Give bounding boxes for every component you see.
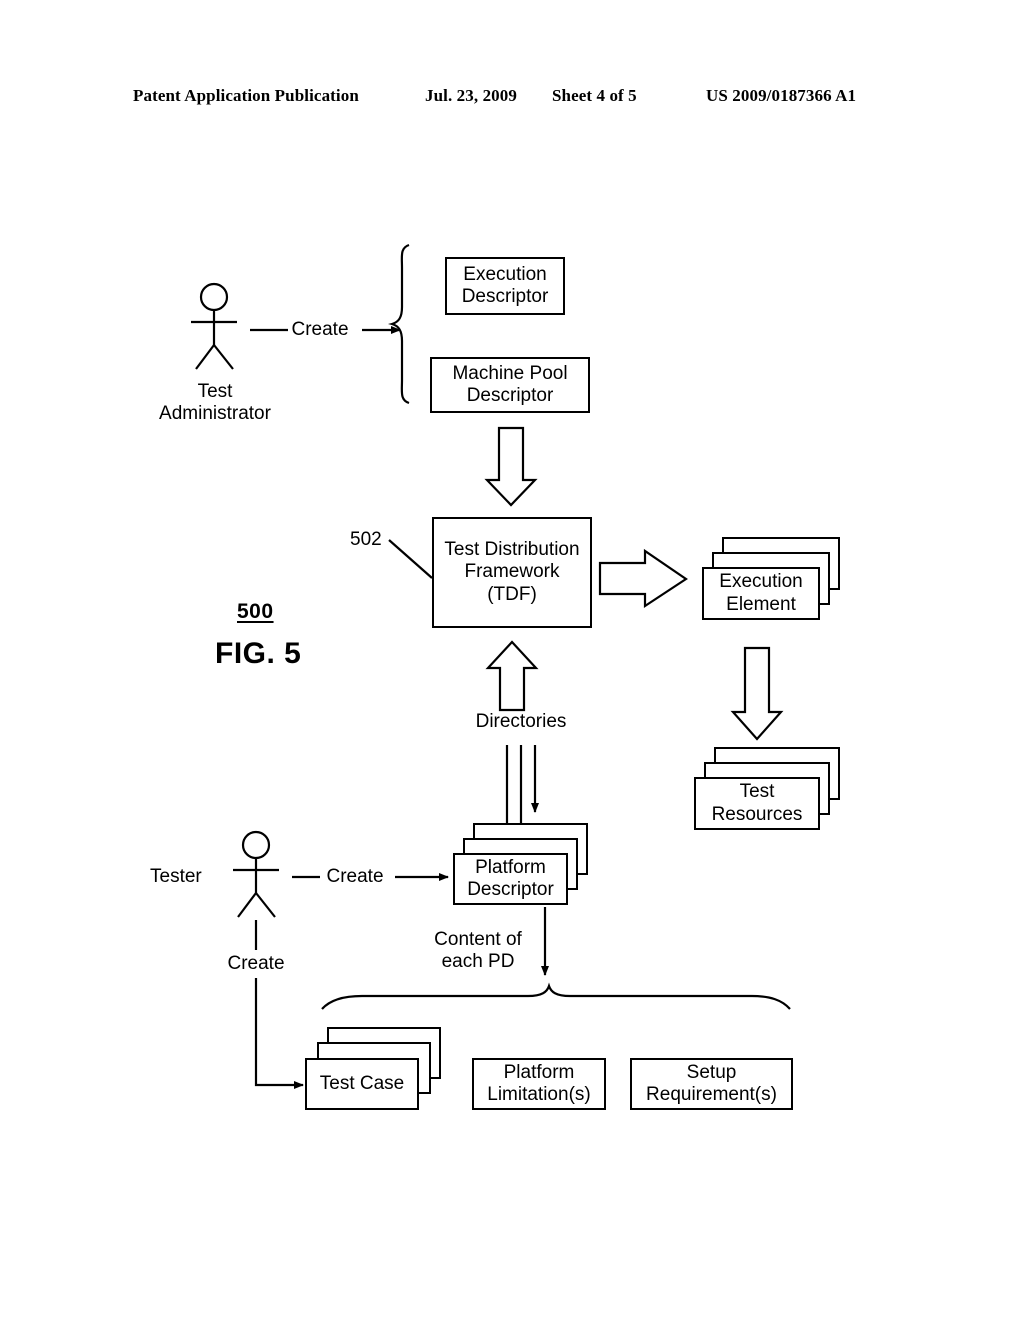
mpd-to-tdf-arrow <box>484 426 538 507</box>
label-tester: Tester <box>150 866 202 887</box>
node-setup-requirements: Setup Requirement(s) <box>630 1058 793 1110</box>
pd-content-brace <box>321 982 791 1010</box>
node-execution-element: Execution Element <box>702 567 820 620</box>
label-test-administrator: Test Administrator <box>159 381 271 425</box>
figure-reference-number: 500 <box>237 600 274 623</box>
node-machine-pool-descriptor: Machine Pool Descriptor <box>430 357 590 413</box>
callout-502-leader <box>388 539 433 579</box>
node-platform-descriptor-label: Platform Descriptor <box>467 856 554 900</box>
directories-to-tdf-arrow <box>485 640 539 712</box>
node-setup-requirements-label: Setup Requirement(s) <box>646 1061 777 1105</box>
test-administrator-figure <box>191 282 237 370</box>
execution-element-to-resources-arrow <box>730 646 784 741</box>
label-tester-create-down: Create <box>227 953 285 974</box>
figure-5-diagram: Execution Descriptor Machine Pool Descri… <box>0 0 1024 1320</box>
node-test-case: Test Case <box>305 1058 419 1110</box>
tdf-to-execution-element-arrow <box>598 548 688 609</box>
tester-create-testcase-path <box>254 978 304 1089</box>
node-machine-pool-descriptor-label: Machine Pool Descriptor <box>452 362 568 406</box>
node-platform-limitations-label: Platform Limitation(s) <box>487 1061 591 1105</box>
node-tdf-label: Test Distribution Framework (TDF) <box>444 538 580 605</box>
node-test-resources: Test Resources <box>694 777 820 830</box>
label-tester-create: Create <box>326 866 384 887</box>
callout-502: 502 <box>350 529 382 550</box>
node-test-case-label: Test Case <box>319 1072 405 1094</box>
node-platform-limitations: Platform Limitation(s) <box>472 1058 606 1110</box>
label-directories: Directories <box>475 711 567 732</box>
node-platform-descriptor: Platform Descriptor <box>453 853 568 905</box>
figure-caption: FIG. 5 <box>215 637 302 670</box>
node-execution-descriptor: Execution Descriptor <box>445 257 565 315</box>
node-test-resources-label: Test Resources <box>711 781 803 825</box>
node-execution-descriptor-label: Execution Descriptor <box>461 263 549 307</box>
node-execution-element-label: Execution Element <box>719 571 803 615</box>
label-admin-create: Create <box>291 319 349 340</box>
descriptor-group-brace <box>388 243 410 405</box>
diagram-vector-layer <box>191 243 791 1089</box>
label-content-of-each-pd: Content of each PD <box>434 929 522 973</box>
node-test-distribution-framework: Test Distribution Framework (TDF) <box>432 517 592 628</box>
